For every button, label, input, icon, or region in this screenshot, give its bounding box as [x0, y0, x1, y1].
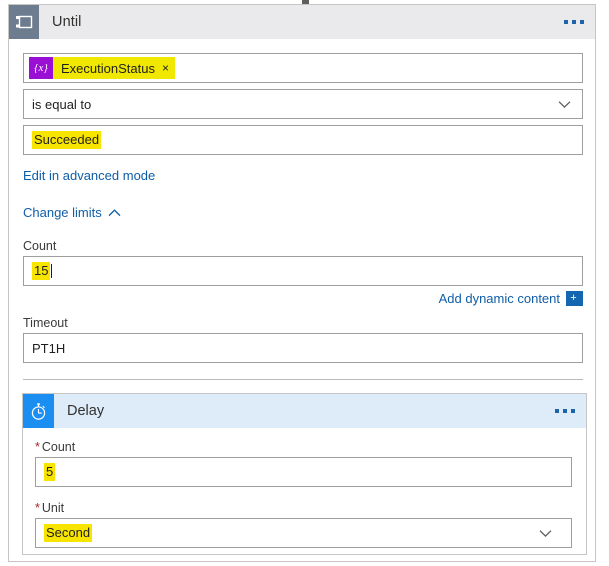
until-timeout-input[interactable]: PT1H [23, 333, 583, 363]
chevron-up-icon [108, 205, 121, 220]
change-limits-label: Change limits [23, 205, 102, 220]
delay-unit-value: Second [44, 524, 92, 542]
until-count-value: 15 [32, 262, 50, 280]
condition-value: Succeeded [32, 131, 101, 149]
delay-unit-row: Second [35, 518, 574, 548]
until-title: Until [52, 14, 82, 30]
until-action-card: Until {x} ExecutionStatus × is equal to [8, 4, 596, 562]
plus-badge-icon: + [566, 291, 583, 306]
loop-until-icon [9, 5, 39, 39]
delay-count-input[interactable]: 5 [35, 457, 572, 487]
delay-count-value: 5 [44, 463, 55, 481]
until-card-header[interactable]: Until [9, 5, 595, 39]
until-body-divider [23, 379, 583, 380]
condition-value-field[interactable]: Succeeded [23, 125, 583, 155]
until-count-row: 15 [23, 256, 581, 286]
change-limits-toggle[interactable]: Change limits [23, 205, 121, 220]
delay-count-label-text: Count [42, 440, 75, 454]
until-ellipsis-menu-icon[interactable] [564, 20, 584, 24]
edit-in-advanced-mode-link[interactable]: Edit in advanced mode [23, 168, 155, 183]
until-count-input[interactable]: 15 [23, 256, 583, 286]
until-timeout-value: PT1H [32, 341, 65, 356]
delay-action-card: Delay *Count 5 *Unit Second [22, 393, 587, 555]
until-count-label: Count [23, 239, 581, 253]
until-card-body: {x} ExecutionStatus × is equal to [9, 39, 595, 380]
condition-operator-value: is equal to [32, 97, 91, 112]
token-label-wrap: ExecutionStatus × [53, 57, 175, 79]
delay-count-row: 5 [35, 457, 574, 487]
condition-left-operand-row: {x} ExecutionStatus × [23, 53, 581, 83]
condition-operator-select[interactable]: is equal to [23, 89, 583, 119]
condition-left-operand-field[interactable]: {x} ExecutionStatus × [23, 53, 583, 83]
condition-value-row: Succeeded [23, 125, 581, 155]
add-dynamic-content-label: Add dynamic content [439, 291, 560, 306]
delay-card-header[interactable]: Delay [23, 394, 586, 428]
stopwatch-icon [23, 394, 54, 428]
delay-ellipsis-menu-icon[interactable] [555, 409, 575, 413]
token-label: ExecutionStatus [61, 61, 155, 76]
delay-unit-select[interactable]: Second [35, 518, 572, 548]
required-marker: * [35, 501, 40, 515]
delay-title: Delay [67, 403, 104, 419]
delay-unit-label: *Unit [35, 501, 574, 515]
dynamic-content-token[interactable]: {x} ExecutionStatus × [29, 57, 175, 79]
delay-card-body: *Count 5 *Unit Second [23, 428, 586, 548]
delay-unit-label-text: Unit [42, 501, 64, 515]
until-timeout-row: PT1H [23, 333, 581, 363]
add-dynamic-content-row: Add dynamic content + [23, 291, 583, 306]
expression-token-icon: {x} [29, 57, 53, 79]
text-caret [51, 264, 52, 278]
until-timeout-label: Timeout [23, 316, 581, 330]
required-marker: * [35, 440, 40, 454]
delay-count-label: *Count [35, 440, 574, 454]
close-icon[interactable]: × [162, 62, 169, 75]
condition-operator-row: is equal to [23, 89, 581, 119]
add-dynamic-content-link[interactable]: Add dynamic content + [439, 291, 583, 306]
